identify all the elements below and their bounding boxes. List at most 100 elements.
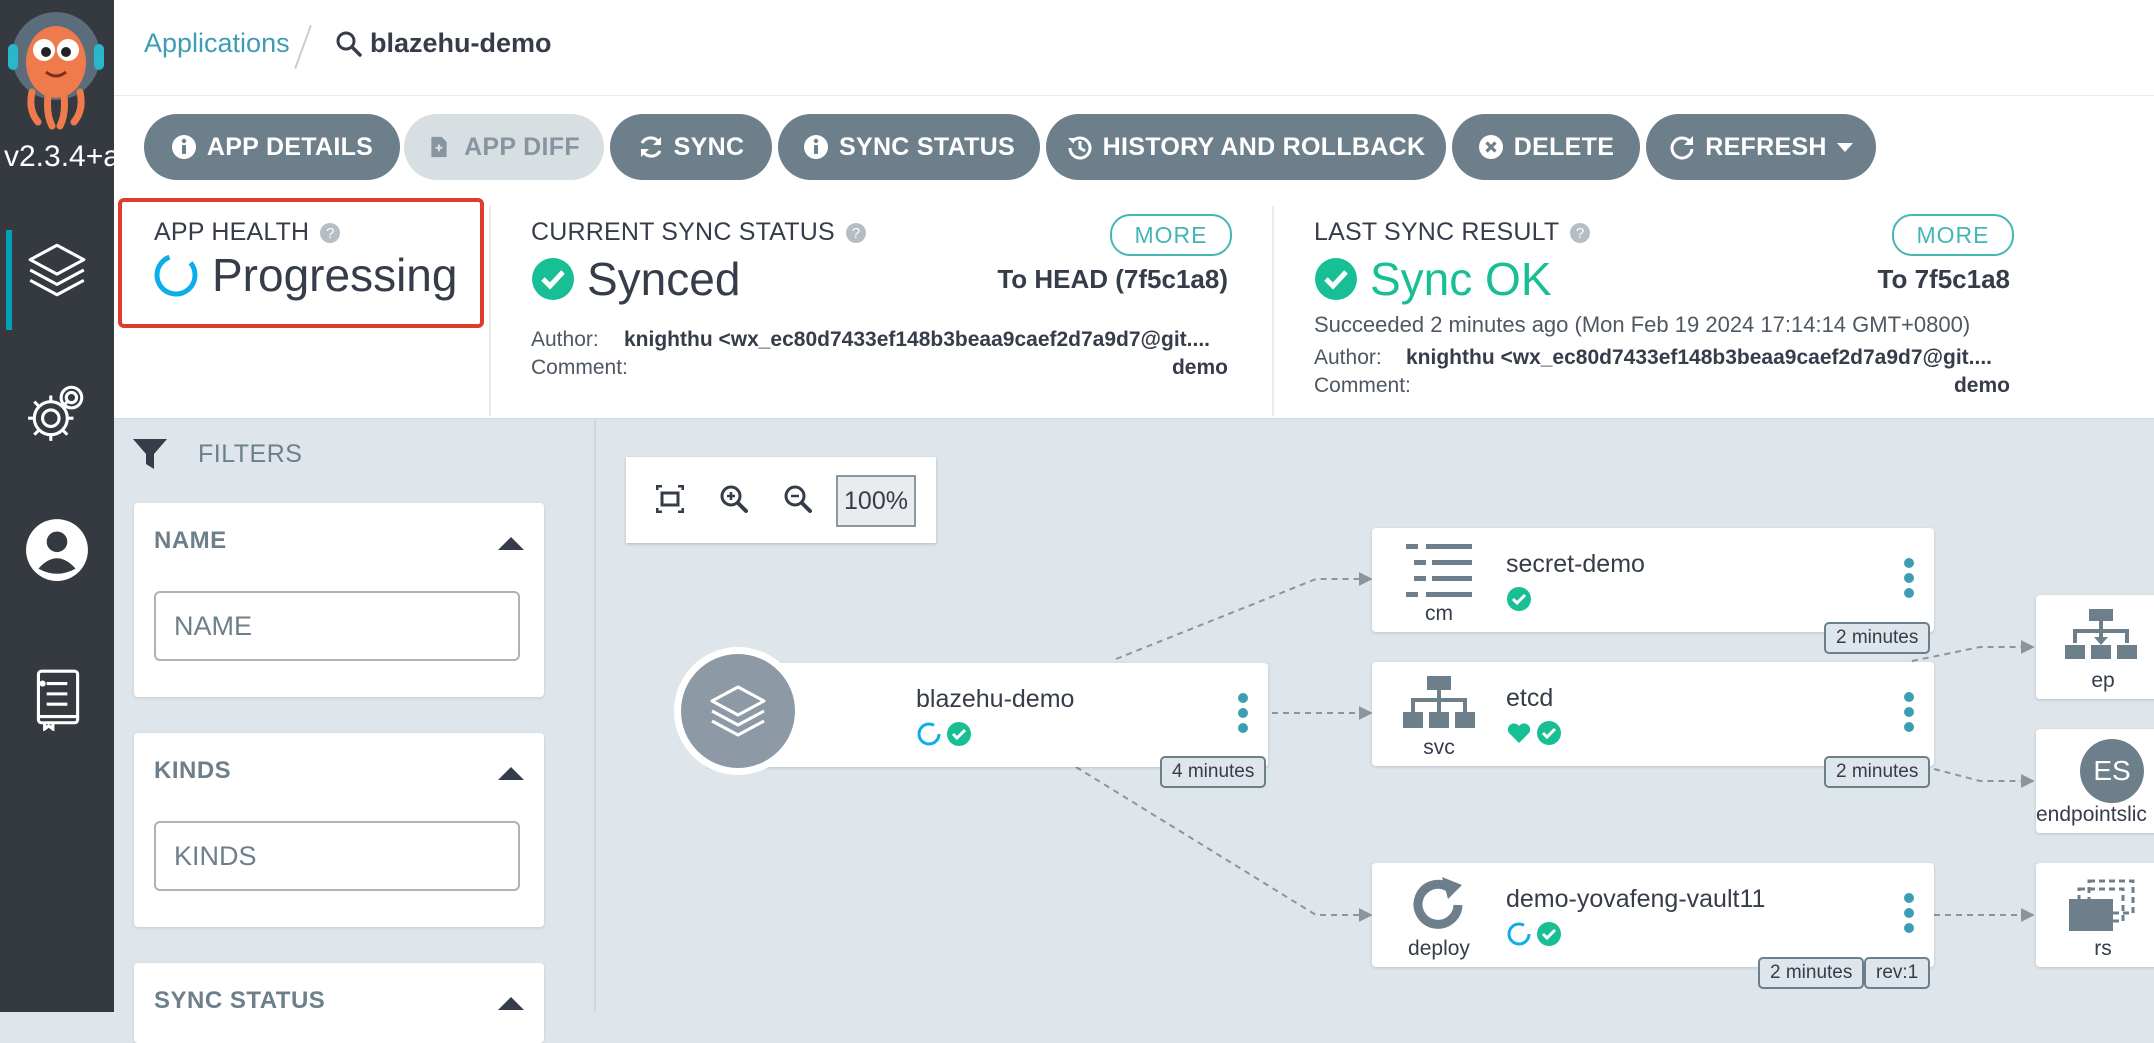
app-toolbar: APP DETAILS APP DIFF SYNC SYNC STATUS HI… [114,96,2154,196]
breadcrumb-separator [294,25,312,69]
revision-badge: rev:1 [1864,957,1931,989]
resource-node-etcd[interactable]: svc etcd [1372,662,1934,766]
user-avatar-icon [26,519,88,581]
node-kind: deploy [1408,937,1470,960]
name-filter-card: NAME [134,503,544,697]
history-rollback-button[interactable]: HISTORY AND ROLLBACK [1046,114,1446,180]
progressing-spinner-icon [154,253,198,297]
age-badge: 2 minutes [1758,957,1865,989]
caret-up-icon[interactable] [498,537,524,550]
node-menu-icon[interactable] [1904,893,1914,933]
zoom-toolbar: 100% [626,457,936,543]
resource-node-rs[interactable]: rs [2036,863,2154,967]
breadcrumb-applications[interactable]: Applications [144,28,290,59]
configmap-icon [1394,540,1484,600]
last-sync-comment: demo [1953,374,2010,397]
last-sync-author-label: Author: [1314,346,1382,369]
node-name: etcd [1506,684,1554,712]
sync-status-button[interactable]: SYNC STATUS [778,114,1040,180]
age-badge: 2 minutes [1824,622,1931,654]
node-name: blazehu-demo [916,685,1075,713]
check-circle-icon [532,258,574,300]
sync-status-filter-card: SYNC STATUS [134,963,544,1043]
last-sync-title: LAST SYNC RESULT ? [1314,218,1591,247]
caret-up-icon[interactable] [498,767,524,780]
app-details-button[interactable]: APP DETAILS [144,114,400,180]
resource-node-endpointslice[interactable]: ES endpointslic [2036,729,2154,833]
times-circle-icon [1478,134,1504,160]
sync-target: To HEAD (7f5c1a8) [997,264,1228,294]
kinds-filter-label: KINDS [154,757,232,784]
help-icon[interactable]: ? [845,223,866,244]
zoom-out-icon[interactable] [780,481,816,517]
filters-header[interactable]: FILTERS [132,437,302,471]
help-icon[interactable]: ? [1570,223,1591,244]
sync-author: knighthu <wx_ec80d7433ef148b3beaa9caef2d… [624,328,1211,351]
nav-user-info[interactable] [0,500,114,600]
sync-status-filter-label: SYNC STATUS [154,987,326,1014]
app-version: v2.3.4+a [4,140,114,173]
last-sync-more-button[interactable]: MORE [1892,214,2014,256]
app-root-icon[interactable] [674,647,802,775]
argo-logo-icon[interactable] [8,10,104,130]
gears-icon [28,385,84,441]
node-status [1506,921,1562,947]
node-name: secret-demo [1506,550,1645,578]
node-status [916,721,972,747]
age-badge: 4 minutes [1160,756,1267,788]
nav-documentation[interactable] [0,648,114,748]
info-icon [803,134,829,160]
node-kind: cm [1425,602,1453,625]
node-menu-icon[interactable] [1238,693,1248,733]
refresh-button[interactable]: REFRESH [1646,114,1876,180]
last-sync-succeeded: Succeeded 2 minutes ago (Mon Feb 19 2024… [1314,312,1971,337]
check-circle-icon [1537,922,1561,946]
zoom-in-icon[interactable] [716,481,752,517]
sync-button[interactable]: SYNC [610,114,772,180]
name-filter-input[interactable] [154,591,520,661]
caret-up-icon[interactable] [498,997,524,1010]
panel-divider [1272,206,1274,416]
breadcrumb-current-label: blazehu-demo [370,28,552,58]
nav-applications[interactable] [0,220,114,330]
service-icon [1394,674,1484,734]
node-kind: ep [2091,669,2115,692]
help-icon[interactable]: ? [320,223,341,244]
last-sync-comment-label: Comment: [1314,374,1411,397]
nav-settings[interactable] [0,362,114,462]
kinds-filter-input[interactable] [154,821,520,891]
zoom-level[interactable]: 100% [836,475,916,527]
app-diff-button[interactable]: APP DIFF [404,114,604,180]
check-circle-icon [947,722,971,746]
search-icon [336,31,362,57]
node-kind: svc [1423,736,1455,759]
resource-node-deploy[interactable]: deploy demo-yovafeng-vault11 [1372,863,1934,967]
last-sync-status: Sync OK [1314,252,1552,306]
name-filter-label: NAME [154,527,227,554]
resource-node-ep[interactable]: ep [2036,595,2154,699]
endpoints-icon [2056,607,2146,667]
filters-panel: FILTERS NAME KINDS SYNC STATUS [114,419,596,1043]
node-kind: rs [2094,937,2112,960]
check-circle-icon [1315,258,1357,300]
replicaset-icon [2056,875,2146,935]
layers-icon [710,685,766,737]
delete-button[interactable]: DELETE [1452,114,1640,180]
info-icon [171,134,197,160]
resource-node-secret-demo[interactable]: cm secret-demo [1372,528,1934,632]
deployment-icon [1394,875,1484,935]
node-menu-icon[interactable] [1904,558,1914,598]
docs-icon [36,669,80,731]
sync-icon [638,134,664,160]
filter-icon [133,439,167,469]
fit-screen-icon[interactable] [652,481,688,517]
sync-more-button[interactable]: MORE [1110,214,1232,256]
endpointslice-icon: ES [2080,739,2144,803]
last-sync-author: knighthu <wx_ec80d7433ef148b3beaa9caef2d… [1406,346,1993,369]
left-nav: v2.3.4+a [0,0,114,1012]
file-diff-icon [428,134,454,160]
node-menu-icon[interactable] [1904,692,1914,732]
breadcrumb-current[interactable]: blazehu-demo [336,28,552,59]
resource-tree-canvas[interactable]: 100% blazehu-demo 4 minutes cm secret-de… [596,419,2154,1012]
check-circle-icon [1537,721,1561,745]
